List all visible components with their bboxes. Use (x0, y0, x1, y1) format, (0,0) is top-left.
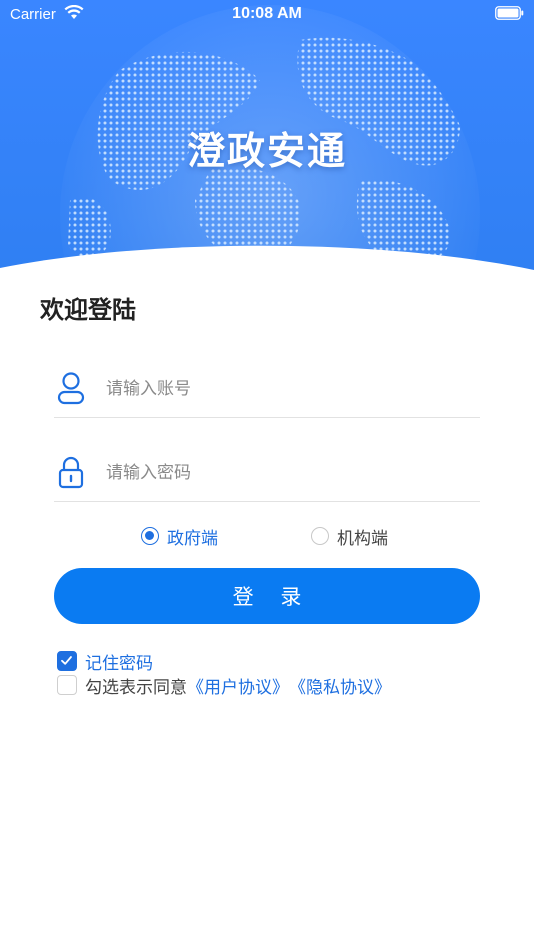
remember-password-row: 记住密码 (57, 650, 153, 674)
account-input[interactable] (104, 373, 468, 405)
checkmark-icon (61, 656, 72, 665)
header-banner: Carrier 10:08 AM 澄政安通 (0, 0, 534, 290)
lock-icon (58, 456, 84, 489)
clock: 10:08 AM (232, 5, 302, 22)
radio-unselected-icon (311, 527, 329, 545)
radio-selected-icon (141, 527, 159, 545)
role-option-label: 政府端 (167, 528, 218, 549)
status-bar: Carrier 10:08 AM (0, 0, 534, 30)
login-button[interactable]: 登 录 (54, 568, 480, 624)
role-option-label: 机构端 (337, 528, 388, 549)
user-agreement-link[interactable]: 《用户协议》 (187, 673, 289, 698)
password-input[interactable] (104, 457, 468, 489)
battery-icon (495, 6, 524, 20)
account-field (54, 365, 480, 418)
role-option-institution[interactable]: 机构端 (311, 523, 388, 549)
remember-password-label: 记住密码 (85, 653, 153, 674)
remember-password-checkbox[interactable] (57, 651, 77, 671)
password-field (54, 449, 480, 502)
privacy-policy-link[interactable]: 《隐私协议》 (289, 673, 391, 698)
agreement-prefix: 勾选表示同意 (85, 677, 187, 698)
app-title: 澄政安通 (186, 129, 347, 173)
agreement-row: 勾选表示同意 《用户协议》 《隐私协议》 (57, 673, 391, 698)
user-icon (57, 372, 85, 405)
agreement-checkbox[interactable] (57, 675, 77, 695)
welcome-heading: 欢迎登陆 (40, 296, 136, 324)
role-option-government[interactable]: 政府端 (141, 523, 218, 549)
role-selector: 政府端 机构端 (0, 523, 534, 549)
